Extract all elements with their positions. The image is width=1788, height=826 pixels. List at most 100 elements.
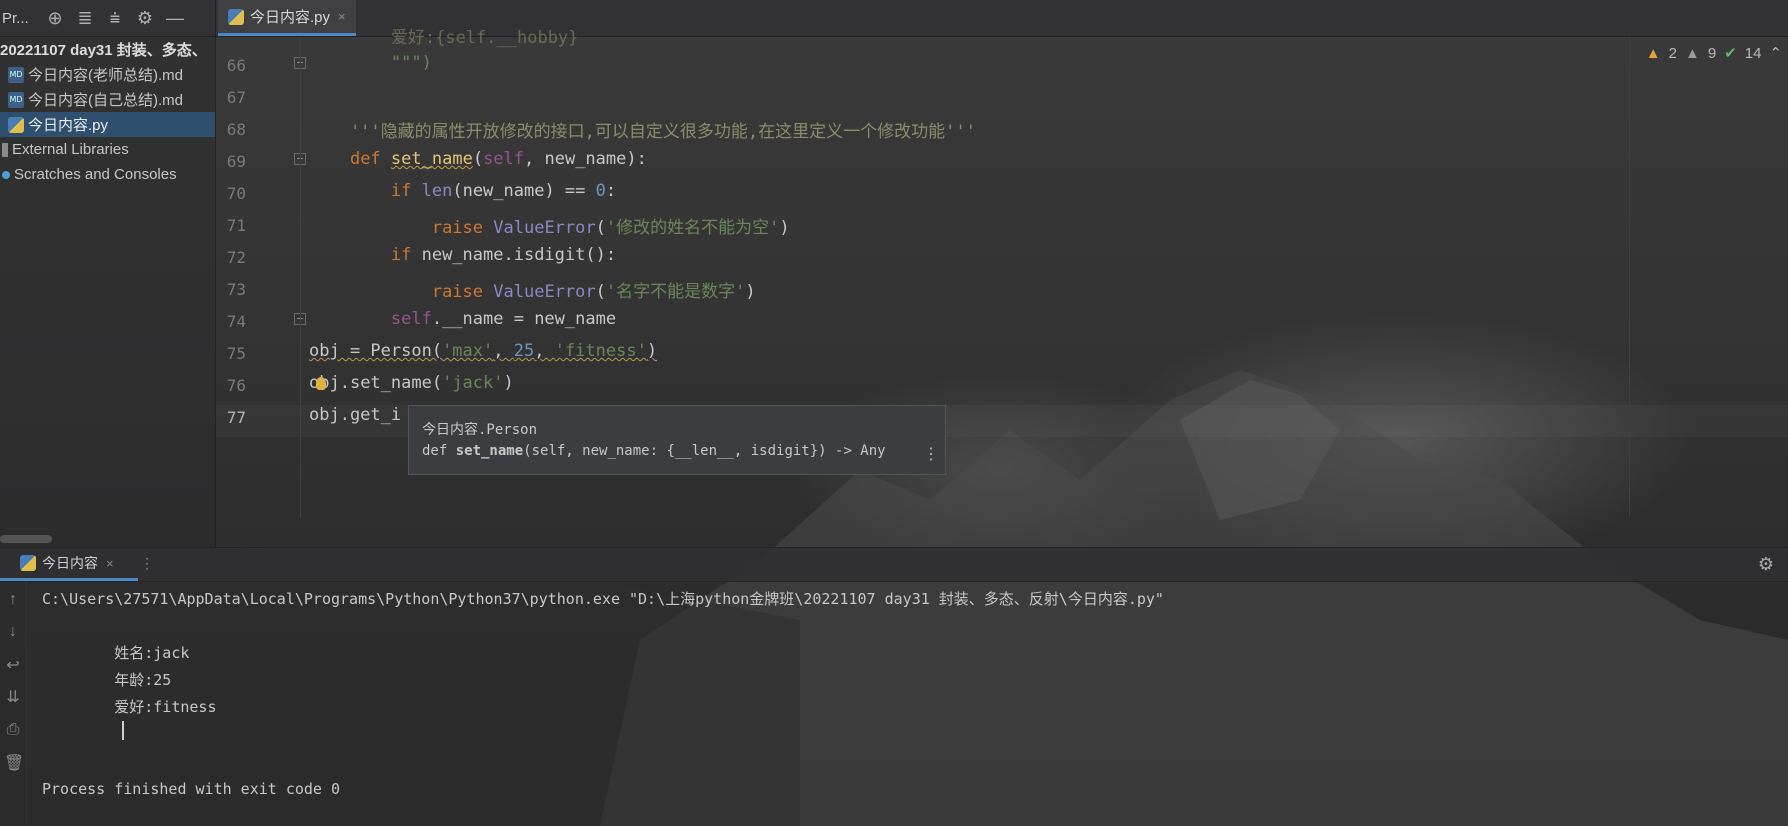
ok-count: 14 — [1744, 44, 1762, 62]
project-view-title[interactable]: Pr... — [2, 10, 40, 27]
gear-icon[interactable]: ⚙ — [130, 0, 160, 36]
code-line-68: '''隐藏的属性开放修改的接口,可以自定义很多功能,在这里定义一个修改功能''' — [309, 122, 976, 142]
console-line: Process finished with exit code 0 — [42, 780, 341, 798]
close-icon[interactable]: × — [106, 556, 114, 571]
code-line-72: if new_name.isdigit(): — [309, 245, 616, 265]
code-token: raise — [431, 218, 484, 238]
run-tool-window-header: 今日内容 × ⋮ ⚙ — [0, 547, 1788, 582]
tooltip-params: (self, new_name: {__len__, isdigit}) -> … — [523, 443, 886, 459]
markdown-file-icon: MD — [8, 66, 24, 83]
weak-warning-icon: ▲ — [1684, 44, 1700, 62]
tree-item-current-file[interactable]: 今日内容.py — [0, 112, 215, 137]
code-token: 25 — [513, 341, 535, 361]
more-options-icon[interactable]: ⋮ — [923, 444, 939, 463]
title-bar: Pr... ⊕ ≣ ⩧ ⚙ — 今日内容.py × — [0, 0, 1788, 37]
tree-item-label: 今日内容(自己总结).md — [28, 92, 183, 109]
line-number: 75 — [226, 344, 246, 363]
code-token: 'jack' — [442, 373, 504, 393]
project-tree: 20221107 day31 封装、多态、 MD 今日内容(老师总结).md M… — [0, 37, 216, 547]
more-options-icon[interactable]: ⋮ — [140, 555, 154, 572]
minimize-icon[interactable]: — — [160, 0, 190, 36]
tree-item-label: 20221107 day31 封装、多态、 — [0, 42, 207, 59]
code-token: (new_name) == — [452, 181, 596, 201]
expand-all-icon[interactable]: ≣ — [70, 0, 100, 36]
line-number: 74 — [226, 312, 246, 331]
locate-icon[interactable]: ⊕ — [40, 0, 70, 36]
python-file-icon — [8, 116, 24, 133]
console-line: C:\Users\27571\AppData\Local\Programs\Py… — [42, 590, 1164, 608]
markdown-file-icon: MD — [8, 91, 24, 108]
python-file-icon — [228, 8, 244, 25]
code-line-75: obj = Person('max', 25, 'fitness') — [309, 341, 657, 361]
gutter-divider — [300, 37, 301, 517]
close-icon[interactable]: × — [338, 9, 346, 24]
code-line-65-partial: 爱好:{self.__hobby} — [309, 28, 579, 48]
code-line-74: self.__name = new_name — [309, 309, 616, 329]
code-line-69: def set_name(self, new_name): — [349, 149, 647, 169]
code-token: if — [390, 245, 412, 265]
editor-gutter: 66 67 68 69 70 71 72 73 74 75 76 77 — [216, 37, 306, 547]
collapse-all-icon[interactable]: ⩧ — [100, 0, 130, 36]
code-line-73: raise ValueError('名字不能是数字') — [431, 282, 756, 302]
code-line-66: """) — [309, 53, 432, 73]
line-number: 67 — [226, 88, 246, 107]
tree-item-label: External Libraries — [12, 141, 129, 158]
tooltip-def: def — [422, 443, 456, 459]
run-tab[interactable]: 今日内容 × — [0, 548, 138, 581]
code-token: , — [534, 341, 555, 361]
tree-item-label: 今日内容.py — [28, 117, 109, 134]
right-margin-guide — [1629, 37, 1630, 517]
tree-item-scratches[interactable]: Scratches and Consoles — [0, 162, 215, 187]
run-side-toolbar: ↑ ↓ ↩ ⇊ ⎙ 🗑 — [0, 581, 27, 826]
line-number: 66 — [226, 56, 246, 75]
python-run-icon — [20, 555, 36, 571]
scroll-to-end-icon[interactable]: ⇊ — [4, 687, 22, 707]
code-token: new_name.isdigit(): — [411, 245, 617, 265]
line-number: 69 — [226, 152, 246, 171]
code-token: '名字不能是数字' — [605, 282, 746, 302]
run-tab-label: 今日内容 — [42, 555, 98, 571]
tree-item-external-libraries[interactable]: External Libraries — [0, 137, 215, 162]
tree-item-label: 今日内容(老师总结).md — [28, 67, 183, 84]
tree-horizontal-scrollbar[interactable] — [0, 535, 52, 543]
code-token: '修改的姓名不能为空' — [605, 218, 780, 238]
code-token: ) — [503, 373, 514, 393]
chevron-up-icon[interactable]: ⌃ — [1769, 44, 1782, 62]
code-token: len — [421, 181, 453, 201]
code-token: 0 — [595, 181, 606, 201]
soft-wrap-icon[interactable]: ↩ — [4, 655, 22, 675]
code-line-70: if len(new_name) == 0: — [309, 181, 616, 201]
code-line-77: obj.get_i — [309, 405, 402, 425]
gear-icon[interactable]: ⚙ — [1758, 554, 1774, 575]
tree-item-project-folder[interactable]: 20221107 day31 封装、多态、 — [0, 37, 215, 62]
code-line-76: obj.set_name('jack') — [309, 373, 514, 393]
warning-icon: ▲ — [1645, 44, 1661, 62]
line-number: 68 — [226, 120, 246, 139]
arrow-up-icon[interactable]: ↑ — [4, 591, 22, 609]
scratches-icon — [2, 170, 10, 179]
code-token: 'max' — [442, 341, 494, 361]
tree-item-teacher-notes[interactable]: MD 今日内容(老师总结).md — [0, 62, 215, 87]
code-token: : — [605, 181, 617, 201]
text-caret — [122, 721, 124, 740]
line-number: 70 — [226, 184, 246, 203]
inspection-widget[interactable]: ▲ 2 ▲ 9 ✔ 14 ⌃ — [1646, 37, 1788, 69]
code-token: def — [349, 149, 381, 169]
trash-icon[interactable]: 🗑 — [4, 753, 24, 773]
warning-count: 2 — [1668, 44, 1677, 62]
code-token: obj = Person( — [309, 341, 443, 361]
line-number: 76 — [226, 376, 246, 395]
code-token: ValueError — [493, 282, 596, 302]
tree-item-label: Scratches and Consoles — [14, 166, 177, 183]
code-token: self — [390, 309, 432, 329]
code-token: , — [493, 341, 514, 361]
console-line: 爱好:fitness — [42, 698, 217, 716]
code-line-71: raise ValueError('修改的姓名不能为空') — [431, 218, 790, 238]
tooltip-class-path: 今日内容.Person — [422, 422, 538, 438]
code-token: .__name = new_name — [431, 309, 617, 329]
tooltip-signature: def set_name(self, new_name: {__len__, i… — [422, 443, 886, 459]
print-icon[interactable]: ⎙ — [4, 721, 22, 739]
quick-doc-popup: 今日内容.Person def set_name(self, new_name:… — [408, 405, 946, 475]
arrow-down-icon[interactable]: ↓ — [4, 623, 22, 641]
tree-item-own-notes[interactable]: MD 今日内容(自己总结).md — [0, 87, 215, 112]
